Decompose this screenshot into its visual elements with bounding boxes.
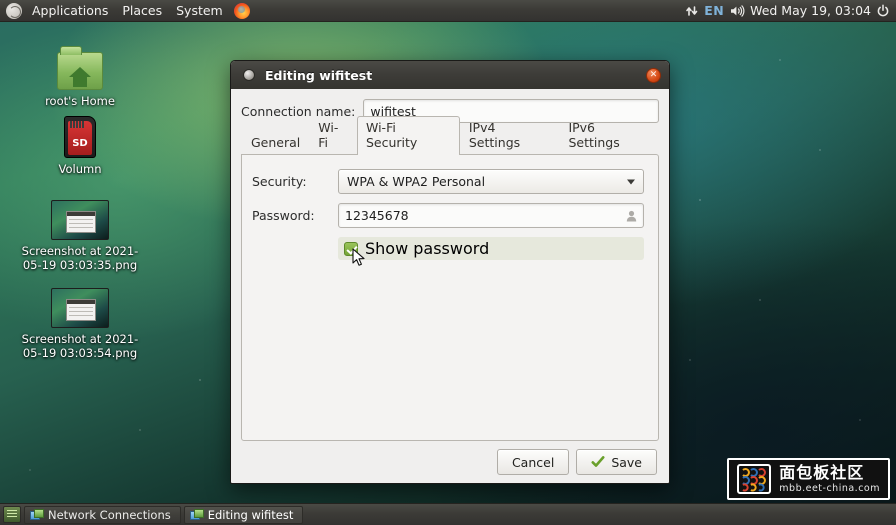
top-panel: Applications Places System EN Wed May 19… (0, 0, 896, 22)
security-label: Security: (252, 174, 307, 189)
desktop-icon-label: Screenshot at 2021-05-19 03:03:54.png (21, 332, 139, 360)
mouse-pointer-icon (352, 248, 366, 272)
watermark-site-name: 面包板社区 (779, 462, 865, 482)
dialog-titlebar[interactable]: Editing wifitest ✕ (231, 61, 669, 89)
tab-ipv6-settings[interactable]: IPv6 Settings (559, 116, 659, 154)
desktop-icon-home[interactable]: root's Home (20, 40, 140, 108)
dialog-title: Editing wifitest (265, 67, 373, 83)
tab-panel-wifi-security: Security: WPA & WPA2 Personal Password: … (241, 154, 659, 441)
desktop-icon-screenshot-1[interactable]: Screenshot at 2021-05-19 03:03:35.png (20, 190, 140, 272)
screenshot-thumbnail-icon (20, 278, 140, 328)
watermark-url: mbb.eet-china.com (779, 482, 880, 494)
save-button[interactable]: Save (576, 449, 657, 475)
window-menu-icon[interactable] (243, 69, 255, 81)
watermark: 面包板社区 mbb.eet-china.com (727, 458, 890, 500)
tab-wifi-security[interactable]: Wi-Fi Security (357, 116, 460, 155)
tab-bar: General Wi-Fi Wi-Fi Security IPv4 Settin… (242, 116, 659, 155)
power-icon[interactable] (876, 3, 890, 18)
editing-connection-dialog: Editing wifitest ✕ Connection name: wifi… (230, 60, 670, 484)
show-desktop-icon[interactable] (3, 506, 21, 523)
keyboard-layout-indicator[interactable]: EN (704, 0, 724, 21)
panel-status-area: EN Wed May 19, 03:04 (685, 0, 896, 21)
taskbar: Network Connections Editing wifitest (0, 503, 896, 525)
task-button-label: Network Connections (48, 507, 171, 522)
task-button-network-connections[interactable]: Network Connections (24, 505, 181, 524)
desktop-icon-label: root's Home (45, 94, 115, 108)
ubuntu-logo-icon[interactable] (6, 2, 22, 19)
show-password-checkbox-row[interactable]: Show password (338, 237, 644, 260)
user-icon[interactable] (625, 209, 638, 222)
clock[interactable]: Wed May 19, 03:04 (750, 0, 871, 21)
home-folder-icon (20, 40, 140, 90)
window-icon (189, 509, 204, 520)
desktop-icon-label: Screenshot at 2021-05-19 03:03:35.png (21, 244, 139, 272)
screenshot-thumbnail-icon (20, 190, 140, 240)
mbb-logo-icon (737, 464, 772, 494)
cancel-button[interactable]: Cancel (496, 449, 570, 475)
chevron-down-icon (627, 179, 635, 184)
desktop-icon-screenshot-2[interactable]: Screenshot at 2021-05-19 03:03:54.png (20, 278, 140, 360)
dialog-body: Connection name: wifitest General Wi-Fi … (231, 89, 669, 483)
menu-places[interactable]: Places (115, 0, 169, 21)
save-button-label: Save (611, 454, 642, 470)
watermark-text: 面包板社区 mbb.eet-china.com (779, 462, 880, 494)
firefox-icon[interactable] (233, 2, 250, 19)
tab-ipv4-settings[interactable]: IPv4 Settings (460, 116, 560, 154)
task-button-editing-wifitest[interactable]: Editing wifitest (183, 505, 304, 524)
password-row: Password: 12345678 (252, 203, 644, 228)
menu-applications[interactable]: Applications (25, 0, 115, 21)
window-icon (30, 509, 44, 520)
password-input[interactable]: 12345678 (338, 203, 644, 228)
security-row: Security: WPA & WPA2 Personal (252, 169, 644, 194)
menu-system[interactable]: System (169, 0, 230, 21)
security-dropdown-value: WPA & WPA2 Personal (347, 174, 486, 189)
desktop-icon-label: Volumn (58, 162, 102, 176)
close-icon[interactable]: ✕ (646, 67, 661, 83)
password-label: Password: (252, 208, 315, 223)
tab-general[interactable]: General (242, 131, 309, 154)
security-dropdown[interactable]: WPA & WPA2 Personal (338, 169, 644, 194)
sd-card-icon: SD (20, 108, 140, 158)
speaker-icon[interactable] (729, 4, 745, 18)
password-input-value: 12345678 (345, 208, 409, 223)
network-updown-icon[interactable] (685, 4, 699, 18)
show-password-label: Show password (365, 239, 490, 258)
check-icon (591, 455, 605, 469)
desktop-icon-volumn[interactable]: SD Volumn (20, 108, 140, 176)
tab-wifi[interactable]: Wi-Fi (309, 116, 357, 154)
task-button-label: Editing wifitest (207, 507, 294, 522)
dialog-action-bar: Cancel Save (241, 449, 659, 475)
